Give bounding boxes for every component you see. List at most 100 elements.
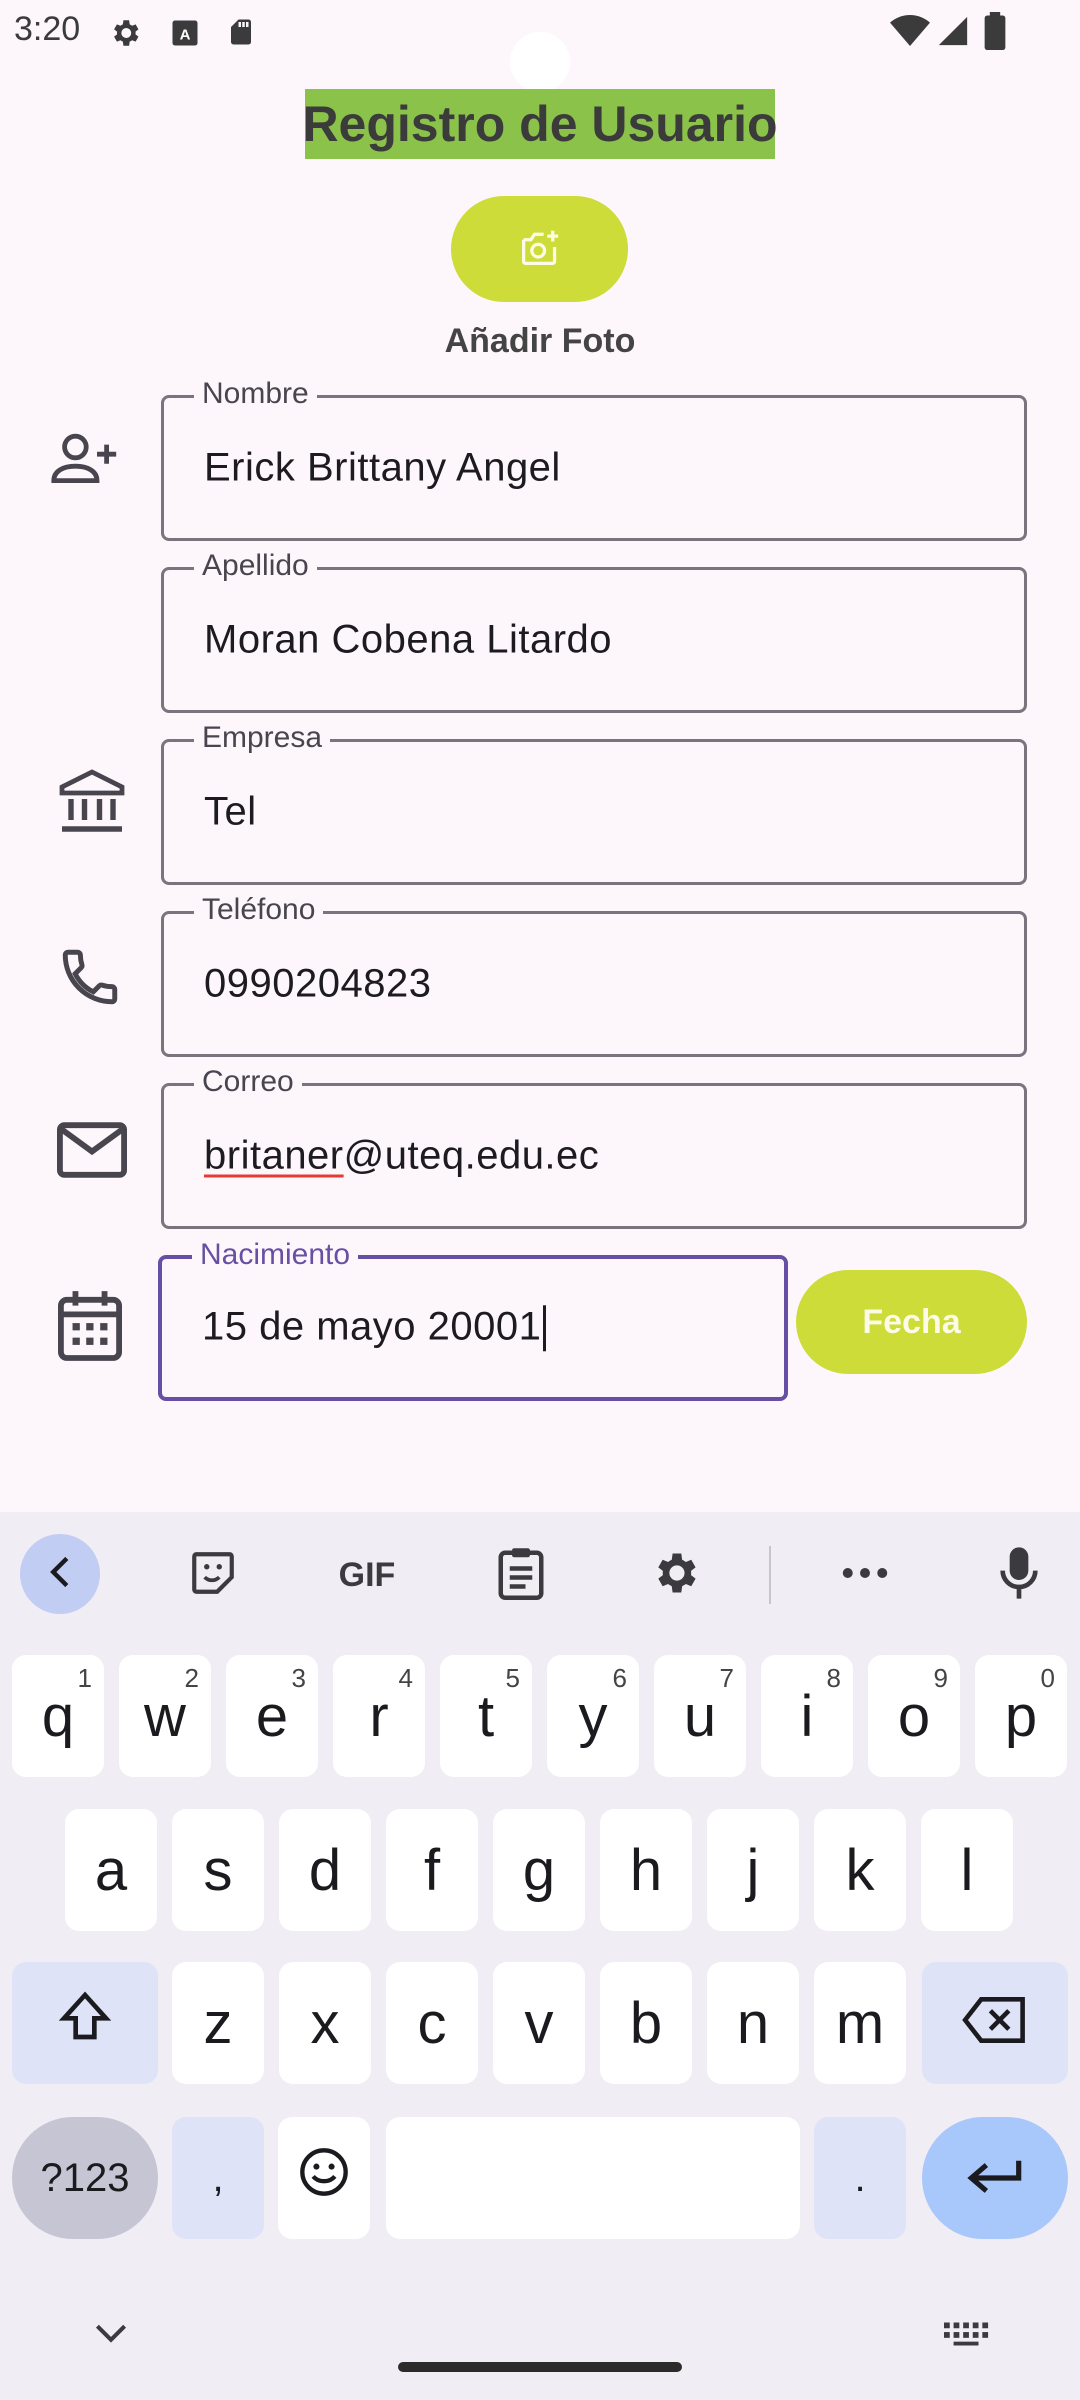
key-q[interactable]: q1 bbox=[12, 1655, 104, 1777]
keyboard bbox=[0, 1512, 1080, 2400]
enter-key[interactable] bbox=[922, 2117, 1068, 2239]
nacimiento-label: Nacimiento bbox=[192, 1237, 359, 1273]
camera-cutout bbox=[510, 32, 570, 92]
apellido-value: Moran Cobena Litardo bbox=[204, 617, 613, 662]
nacimiento-value-wrap: 15 de mayo 20001 bbox=[202, 1304, 547, 1352]
key-hint: 2 bbox=[184, 1663, 199, 1693]
period-key[interactable]: . bbox=[814, 2117, 906, 2239]
fecha-button[interactable]: Fecha bbox=[796, 1270, 1027, 1374]
space-key[interactable] bbox=[386, 2117, 800, 2239]
gesture-handle[interactable] bbox=[398, 2362, 682, 2372]
key-a[interactable]: a bbox=[65, 1809, 157, 1931]
keyboard-switch-icon[interactable] bbox=[944, 2322, 990, 2351]
key-w[interactable]: w2 bbox=[119, 1655, 211, 1777]
key-hint: 3 bbox=[291, 1663, 306, 1693]
correo-field[interactable]: Correo britaner@uteq.edu.ec bbox=[161, 1064, 1027, 1229]
gear-icon bbox=[649, 1547, 701, 1604]
key-d[interactable]: d bbox=[279, 1809, 371, 1931]
add-photo-icon bbox=[518, 227, 562, 272]
emoji-key[interactable] bbox=[278, 2117, 370, 2239]
key-g[interactable]: g bbox=[493, 1809, 585, 1931]
keyboard-back-button[interactable] bbox=[20, 1534, 100, 1614]
key-z[interactable]: z bbox=[172, 1962, 264, 2084]
correo-label: Correo bbox=[194, 1064, 302, 1100]
empresa-label: Empresa bbox=[194, 720, 331, 756]
nacimiento-value: 15 de mayo 20001 bbox=[202, 1304, 542, 1349]
key-j[interactable]: j bbox=[707, 1809, 799, 1931]
gif-button[interactable]: GIF bbox=[327, 1535, 407, 1615]
clipboard-icon bbox=[498, 1546, 544, 1605]
key-hint: 5 bbox=[505, 1663, 520, 1693]
key-v[interactable]: v bbox=[493, 1962, 585, 2084]
key-label: q bbox=[41, 1683, 75, 1749]
key-h[interactable]: h bbox=[600, 1809, 692, 1931]
telefono-field[interactable]: Teléfono 0990204823 bbox=[161, 892, 1027, 1057]
key-label: p bbox=[1004, 1683, 1038, 1749]
key-f[interactable]: f bbox=[386, 1809, 478, 1931]
symbols-key[interactable]: ?123 bbox=[12, 2117, 158, 2239]
page-title: Registro de Usuario bbox=[302, 96, 778, 152]
key-o[interactable]: o9 bbox=[868, 1655, 960, 1777]
hide-keyboard-button[interactable] bbox=[94, 2322, 128, 2349]
key-c[interactable]: c bbox=[386, 1962, 478, 2084]
text-cursor bbox=[543, 1305, 547, 1352]
emoji-icon bbox=[298, 2145, 350, 2212]
status-time: 3:20 bbox=[14, 10, 81, 48]
empresa-field[interactable]: Empresa Tel bbox=[161, 720, 1027, 885]
nombre-field[interactable]: Nombre Erick Brittany Angel bbox=[161, 376, 1027, 541]
mic-icon bbox=[999, 1545, 1039, 1606]
telefono-label: Teléfono bbox=[194, 892, 324, 928]
mic-button[interactable] bbox=[979, 1535, 1059, 1615]
more-icon bbox=[842, 1566, 888, 1584]
sticker-icon bbox=[188, 1548, 238, 1603]
settings-status-icon bbox=[108, 16, 142, 55]
key-hint: 4 bbox=[398, 1663, 413, 1693]
key-k[interactable]: k bbox=[814, 1809, 906, 1931]
comma-key[interactable]: , bbox=[172, 2117, 264, 2239]
key-label: o bbox=[897, 1683, 931, 1749]
add-photo-label: Añadir Foto bbox=[444, 322, 636, 360]
key-y[interactable]: y6 bbox=[547, 1655, 639, 1777]
apellido-field[interactable]: Apellido Moran Cobena Litardo bbox=[161, 548, 1027, 713]
shift-key[interactable] bbox=[12, 1962, 158, 2084]
back-icon bbox=[45, 1555, 75, 1594]
key-hint: 6 bbox=[612, 1663, 627, 1693]
clipboard-button[interactable] bbox=[481, 1535, 561, 1615]
key-label: u bbox=[683, 1683, 717, 1749]
more-button[interactable] bbox=[825, 1535, 905, 1615]
empresa-value: Tel bbox=[204, 789, 257, 834]
key-l[interactable]: l bbox=[921, 1809, 1013, 1931]
key-x[interactable]: x bbox=[279, 1962, 371, 2084]
signal-icon bbox=[936, 14, 970, 53]
nacimiento-field[interactable]: Nacimiento 15 de mayo 20001 bbox=[158, 1237, 788, 1401]
add-photo-button[interactable] bbox=[451, 196, 628, 302]
title-banner: Registro de Usuario bbox=[302, 89, 778, 159]
key-hint: 7 bbox=[719, 1663, 734, 1693]
key-r[interactable]: r4 bbox=[333, 1655, 425, 1777]
key-s[interactable]: s bbox=[172, 1809, 264, 1931]
sticker-button[interactable] bbox=[173, 1535, 253, 1615]
key-u[interactable]: u7 bbox=[654, 1655, 746, 1777]
sd-card-icon bbox=[226, 15, 256, 54]
nombre-value: Erick Brittany Angel bbox=[204, 445, 561, 490]
key-hint: 0 bbox=[1040, 1663, 1055, 1693]
key-hint: 1 bbox=[77, 1663, 92, 1693]
key-label: e bbox=[255, 1683, 289, 1749]
key-label: y bbox=[578, 1683, 608, 1749]
calendar-icon bbox=[50, 1286, 130, 1366]
key-m[interactable]: m bbox=[814, 1962, 906, 2084]
key-n[interactable]: n bbox=[707, 1962, 799, 2084]
key-p[interactable]: p0 bbox=[975, 1655, 1067, 1777]
correo-value: britaner@uteq.edu.ec bbox=[204, 1134, 599, 1179]
correo-value-misspelled: britaner bbox=[204, 1133, 344, 1178]
font-status-icon: A bbox=[170, 17, 200, 54]
telefono-value: 0990204823 bbox=[204, 961, 432, 1006]
key-t[interactable]: t5 bbox=[440, 1655, 532, 1777]
keyboard-settings-button[interactable] bbox=[635, 1535, 715, 1615]
key-e[interactable]: e3 bbox=[226, 1655, 318, 1777]
toolbar-divider bbox=[769, 1546, 771, 1604]
shift-icon bbox=[56, 1988, 114, 2058]
key-b[interactable]: b bbox=[600, 1962, 692, 2084]
key-i[interactable]: i8 bbox=[761, 1655, 853, 1777]
backspace-key[interactable] bbox=[922, 1962, 1068, 2084]
